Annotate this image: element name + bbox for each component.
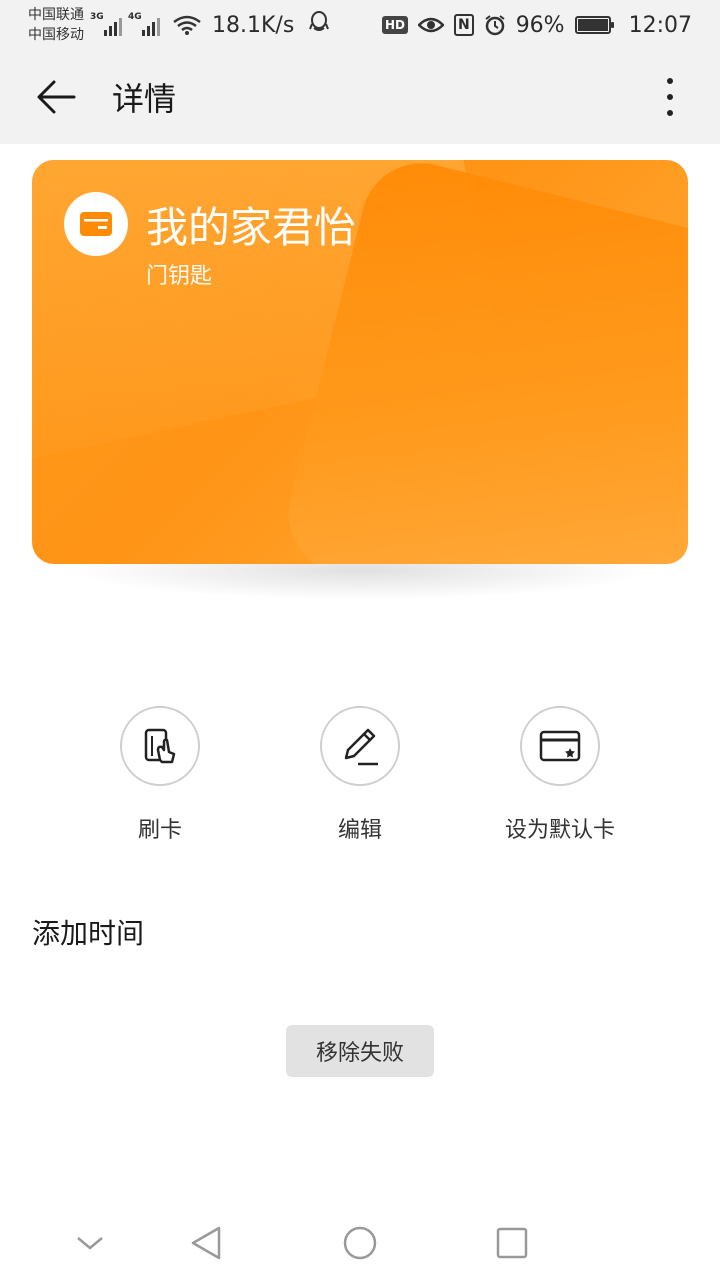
network-type-2: 4G — [128, 12, 142, 22]
added-time-label: 添加时间 — [32, 917, 145, 950]
eye-icon — [417, 15, 444, 35]
nav-back-button[interactable] — [176, 1213, 236, 1273]
app-bar: 详情 — [0, 50, 720, 144]
navigation-bar — [0, 1206, 720, 1280]
card-icon — [80, 212, 112, 236]
carrier-1: 中国联通 — [28, 7, 84, 23]
wifi-icon — [172, 14, 202, 36]
edit-label: 编辑 — [337, 818, 382, 843]
back-button[interactable] — [28, 69, 84, 125]
edit-button[interactable]: 编辑 — [260, 706, 460, 844]
card-name: 我的家君怡 — [146, 203, 357, 252]
signal-icon-1: 3G — [90, 12, 122, 36]
back-arrow-icon — [37, 80, 76, 114]
network-type-1: 3G — [90, 12, 104, 22]
clock: 12:07 — [628, 12, 692, 38]
swipe-card-button[interactable]: 刷卡 — [60, 706, 260, 844]
battery-percent: 96% — [515, 12, 565, 38]
battery-icon — [574, 16, 614, 34]
more-options-button[interactable] — [660, 72, 680, 122]
nfc-icon: N — [453, 14, 474, 36]
default-card-icon — [539, 730, 581, 762]
pencil-icon — [344, 728, 378, 766]
hd-badge: HD — [381, 16, 408, 34]
qq-icon — [308, 10, 330, 40]
nav-recents-button[interactable] — [482, 1213, 542, 1273]
card-logo — [64, 192, 128, 256]
set-default-card-button[interactable]: 设为默认卡 — [460, 706, 660, 844]
recent-square-icon — [496, 1227, 528, 1259]
key-card[interactable]: 我的家君怡 门钥匙 — [32, 160, 688, 564]
signal-icon-2: 4G — [128, 12, 160, 36]
status-right: HD N 96% 12:07 — [381, 12, 692, 38]
set-default-card-label: 设为默认卡 — [504, 818, 615, 843]
page-title: 详情 — [112, 80, 177, 118]
card-type: 门钥匙 — [146, 264, 213, 289]
status-left: 中国联通 中国移动 3G 4G 18.1K/s — [28, 5, 330, 45]
nav-home-button[interactable] — [330, 1213, 390, 1273]
swipe-card-label: 刷卡 — [137, 818, 182, 843]
home-circle-icon — [343, 1226, 377, 1260]
more-vertical-icon — [667, 78, 673, 84]
alarm-icon — [484, 14, 506, 36]
carrier-names: 中国联通 中国移动 — [28, 5, 84, 45]
toast-message: 移除失败 — [286, 1025, 434, 1077]
swipe-card-icon — [144, 728, 176, 764]
hide-nav-button[interactable] — [60, 1213, 120, 1273]
chevron-down-icon — [77, 1237, 103, 1250]
action-row: 刷卡 编辑 设为默认卡 — [60, 706, 660, 844]
status-bar: 中国联通 中国移动 3G 4G 18.1K/s HD N 96% 12:07 — [0, 0, 720, 50]
network-speed: 18.1K/s — [212, 12, 295, 38]
back-triangle-icon — [191, 1226, 221, 1260]
carrier-2: 中国移动 — [28, 27, 84, 43]
